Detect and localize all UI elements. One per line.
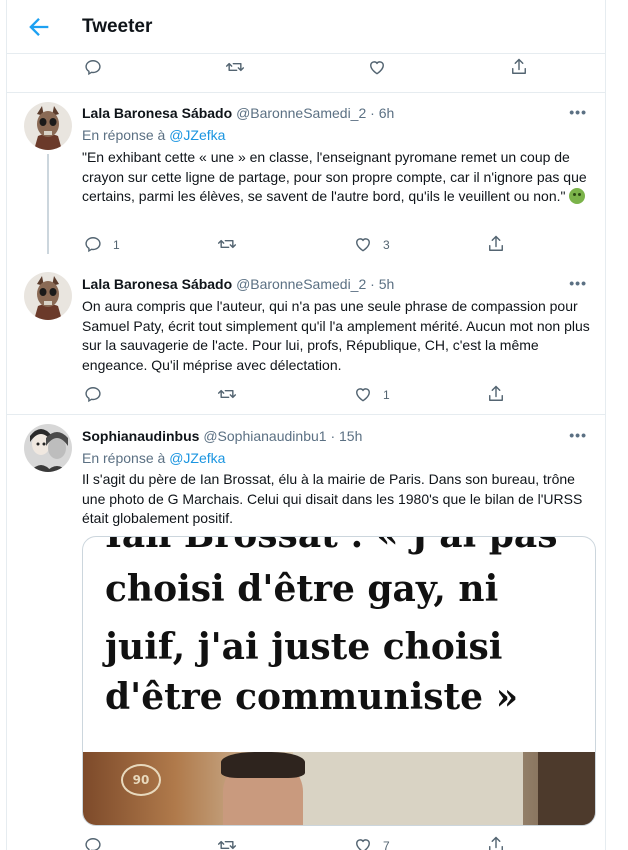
timeline-column: Tweeter Lala Baronesa Sábado @BaronneSam… bbox=[6, 0, 606, 850]
like-count: 3 bbox=[383, 238, 390, 252]
timestamp[interactable]: 5h bbox=[379, 276, 395, 292]
like-button[interactable]: 3 bbox=[353, 233, 390, 257]
reply-to-link[interactable]: @JZefka bbox=[169, 450, 225, 466]
user-handle[interactable]: @BaronneSamedi_2 bbox=[236, 276, 366, 292]
tweet-text: "En exhibant cette « une » en classe, l'… bbox=[82, 148, 592, 207]
avatar[interactable] bbox=[24, 102, 72, 150]
share-icon bbox=[509, 57, 529, 80]
photo-person-hair bbox=[221, 752, 305, 778]
timestamp[interactable]: 15h bbox=[339, 428, 362, 444]
media-headline-line: Ian Brossat : « J'ai pas bbox=[105, 537, 585, 561]
reply-to-link[interactable]: @JZefka bbox=[169, 127, 225, 143]
retweet-button[interactable] bbox=[217, 233, 237, 257]
tweet-meta: Lala Baronesa Sábado @BaronneSamedi_2 · … bbox=[82, 105, 394, 121]
share-button[interactable] bbox=[486, 233, 506, 257]
share-icon bbox=[486, 234, 506, 257]
user-handle[interactable]: @Sophianaudinbu1 bbox=[203, 428, 326, 444]
tweet-media-image[interactable]: Ian Brossat : « J'ai pas choisi d'être g… bbox=[82, 536, 596, 826]
reply-button[interactable] bbox=[83, 834, 103, 850]
action-bar: 1 bbox=[7, 383, 605, 407]
more-icon[interactable]: ••• bbox=[569, 275, 587, 291]
media-headline-line: choisi d'être gay, ni bbox=[105, 568, 499, 610]
like-icon bbox=[367, 57, 387, 80]
retweet-icon bbox=[217, 234, 237, 257]
display-name[interactable]: Sophianaudinbus bbox=[82, 428, 199, 444]
share-button[interactable] bbox=[509, 56, 529, 80]
share-icon bbox=[486, 835, 506, 850]
media-headline-line: d'être communiste » bbox=[105, 676, 519, 718]
display-name[interactable]: Lala Baronesa Sábado bbox=[82, 105, 232, 121]
tweet-text: Il s'agit du père de Ian Brossat, élu à … bbox=[82, 471, 583, 526]
action-bar: 7 bbox=[7, 834, 605, 850]
reply-icon bbox=[83, 384, 103, 407]
more-icon[interactable]: ••• bbox=[569, 104, 587, 120]
reply-prefix: En réponse à bbox=[82, 450, 166, 466]
retweet-button[interactable] bbox=[225, 56, 245, 80]
tweet-meta: Lala Baronesa Sábado @BaronneSamedi_2 · … bbox=[82, 276, 394, 292]
like-icon bbox=[353, 384, 373, 407]
nauseated-face-icon bbox=[569, 188, 586, 204]
photo-shelf bbox=[538, 752, 595, 825]
separator-dot: · bbox=[370, 105, 375, 121]
more-icon[interactable]: ••• bbox=[569, 427, 587, 443]
reply-count: 1 bbox=[113, 238, 120, 252]
divider bbox=[7, 92, 605, 93]
retweet-icon bbox=[217, 835, 237, 850]
user-handle[interactable]: @BaronneSamedi_2 bbox=[236, 105, 366, 121]
photo-badge: 90 bbox=[121, 764, 161, 796]
reply-icon bbox=[83, 57, 103, 80]
reply-prefix: En réponse à bbox=[82, 127, 166, 143]
separator-dot: · bbox=[330, 428, 336, 444]
action-bar-top bbox=[7, 56, 605, 80]
reply-context: En réponse à @JZefka bbox=[82, 450, 225, 466]
timestamp[interactable]: 6h bbox=[379, 105, 395, 121]
reply-icon bbox=[83, 835, 103, 850]
media-photo: 90 bbox=[83, 752, 595, 825]
retweet-button[interactable] bbox=[217, 383, 237, 407]
tweet-meta: Sophianaudinbus @Sophianaudinbu1 · 15h bbox=[82, 428, 362, 444]
retweet-button[interactable] bbox=[217, 834, 237, 850]
header: Tweeter bbox=[7, 0, 605, 54]
page-title: Tweeter bbox=[82, 16, 153, 37]
share-button[interactable] bbox=[486, 383, 506, 407]
display-name[interactable]: Lala Baronesa Sábado bbox=[82, 276, 232, 292]
tweet-text-content: "En exhibant cette « une » en classe, l'… bbox=[82, 149, 587, 204]
separator-dot: · bbox=[370, 276, 375, 292]
media-headline-line: juif, j'ai juste choisi bbox=[105, 626, 503, 668]
like-icon bbox=[353, 234, 373, 257]
like-icon bbox=[353, 835, 373, 850]
like-count: 1 bbox=[383, 388, 390, 402]
retweet-icon bbox=[225, 57, 245, 80]
retweet-icon bbox=[217, 384, 237, 407]
reply-button[interactable] bbox=[83, 56, 103, 80]
share-icon bbox=[486, 384, 506, 407]
action-bar: 1 3 bbox=[7, 233, 605, 257]
share-button[interactable] bbox=[486, 834, 506, 850]
avatar[interactable] bbox=[24, 424, 72, 472]
reply-button[interactable] bbox=[83, 383, 103, 407]
reply-button[interactable]: 1 bbox=[83, 233, 120, 257]
avatar[interactable] bbox=[24, 272, 72, 320]
reply-icon bbox=[83, 234, 103, 257]
reply-context: En réponse à @JZefka bbox=[82, 127, 225, 143]
photo-wall bbox=[293, 752, 523, 825]
like-button[interactable]: 1 bbox=[353, 383, 390, 407]
like-button[interactable]: 7 bbox=[353, 834, 390, 850]
back-arrow-icon[interactable] bbox=[25, 13, 53, 41]
tweet-text: On aura compris que l'auteur, qui n'a pa… bbox=[82, 298, 590, 373]
like-button[interactable] bbox=[367, 56, 387, 80]
like-count: 7 bbox=[383, 839, 390, 850]
divider bbox=[7, 414, 605, 415]
